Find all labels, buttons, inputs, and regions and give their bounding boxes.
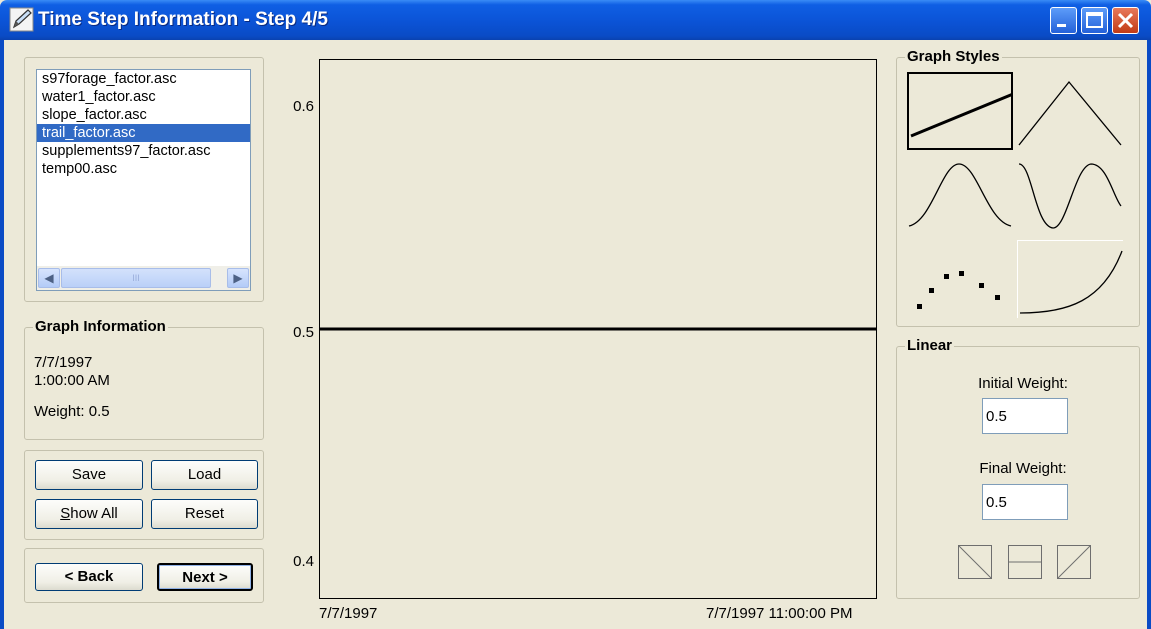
show-all-access-key: S xyxy=(60,505,71,522)
arrow-right-icon: ▶ xyxy=(233,271,243,285)
arrow-left-icon: ◀ xyxy=(44,271,54,285)
window-frame-right xyxy=(1147,40,1151,629)
y-tick-label: 0.5 xyxy=(293,324,314,341)
reset-button[interactable]: Reset xyxy=(151,499,258,529)
increasing-line-icon xyxy=(1057,545,1091,579)
close-icon xyxy=(1117,12,1134,29)
list-item[interactable]: slope_factor.asc xyxy=(37,106,250,124)
horizontal-scrollbar[interactable]: ◀ III ▶ xyxy=(37,266,250,290)
maximize-icon xyxy=(1086,12,1103,28)
style-linear-option[interactable] xyxy=(907,72,1014,150)
list-item[interactable]: s97forage_factor.asc xyxy=(37,70,250,88)
graph-styles-title: Graph Styles xyxy=(905,48,1002,65)
close-button[interactable] xyxy=(1112,7,1139,34)
minimize-button[interactable] xyxy=(1050,7,1077,34)
scroll-thumb[interactable]: III xyxy=(61,268,211,288)
style-peak-option[interactable] xyxy=(1017,72,1123,150)
y-tick-label: 0.6 xyxy=(293,98,314,115)
final-weight-input[interactable] xyxy=(982,484,1068,520)
graph-info-date: 7/7/1997 xyxy=(34,354,93,371)
time-step-window: Time Step Information - Step 4/5 s97fora… xyxy=(0,0,1151,629)
y-tick-label: 0.4 xyxy=(293,553,314,570)
list-item[interactable]: water1_factor.asc xyxy=(37,88,250,106)
decreasing-line-icon xyxy=(958,545,992,579)
style-wave-option[interactable] xyxy=(1017,156,1123,234)
x-tick-label-end: 7/7/1997 11:00:00 PM xyxy=(706,605,853,622)
file-list-items: s97forage_factor.asc water1_factor.asc slo… xyxy=(37,70,250,266)
list-item[interactable]: temp00.asc xyxy=(37,160,250,178)
show-all-label: how All xyxy=(70,505,118,522)
graph-information-title: Graph Information xyxy=(33,318,168,335)
weight-graph[interactable] xyxy=(319,59,877,599)
load-button[interactable]: Load xyxy=(151,460,258,490)
flat-line-icon xyxy=(1008,545,1042,579)
exponential-curve-icon xyxy=(1019,250,1123,314)
initial-weight-input[interactable] xyxy=(982,398,1068,434)
save-button[interactable]: Save xyxy=(35,460,143,490)
next-button[interactable]: Next > xyxy=(157,563,253,591)
title-bar[interactable]: Time Step Information - Step 4/5 xyxy=(0,0,1151,40)
list-item[interactable]: trail_factor.asc xyxy=(37,124,250,142)
maximize-button[interactable] xyxy=(1081,7,1108,34)
graph-info-weight: Weight: 0.5 xyxy=(34,403,110,420)
list-item[interactable]: supplements97_factor.asc xyxy=(37,142,250,160)
initial-weight-label: Initial Weight: xyxy=(978,375,1068,392)
style-bell-option[interactable] xyxy=(907,156,1013,234)
increasing-shape-button[interactable] xyxy=(1057,545,1091,579)
linear-title: Linear xyxy=(905,337,955,354)
scroll-grip: III xyxy=(132,273,140,283)
graph-info-time: 1:00:00 AM xyxy=(34,372,110,389)
final-weight-label: Final Weight: xyxy=(979,460,1067,477)
scroll-left-button[interactable]: ◀ xyxy=(38,268,60,288)
file-listbox[interactable]: s97forage_factor.asc water1_factor.asc slo… xyxy=(36,69,251,291)
style-scatter-option[interactable] xyxy=(907,240,1013,318)
wave-curve-icon xyxy=(1018,163,1122,229)
bell-curve-icon xyxy=(908,163,1012,227)
graph-canvas xyxy=(320,327,876,331)
pen-icon xyxy=(9,7,34,32)
decreasing-shape-button[interactable] xyxy=(958,545,992,579)
peak-curve-icon xyxy=(1018,80,1122,146)
flat-shape-button[interactable] xyxy=(1008,545,1042,579)
back-button[interactable]: < Back xyxy=(35,563,143,591)
show-all-button[interactable]: Show All xyxy=(35,499,143,529)
style-exponential-option[interactable] xyxy=(1017,240,1123,318)
minimize-icon xyxy=(1057,24,1066,27)
x-tick-label-start: 7/7/1997 xyxy=(319,605,378,622)
scatter-points-icon xyxy=(917,271,1000,309)
linear-curve-icon xyxy=(910,92,1014,138)
scroll-right-button[interactable]: ▶ xyxy=(227,268,249,288)
window-frame-left xyxy=(0,40,4,629)
window-title: Time Step Information - Step 4/5 xyxy=(38,9,328,30)
